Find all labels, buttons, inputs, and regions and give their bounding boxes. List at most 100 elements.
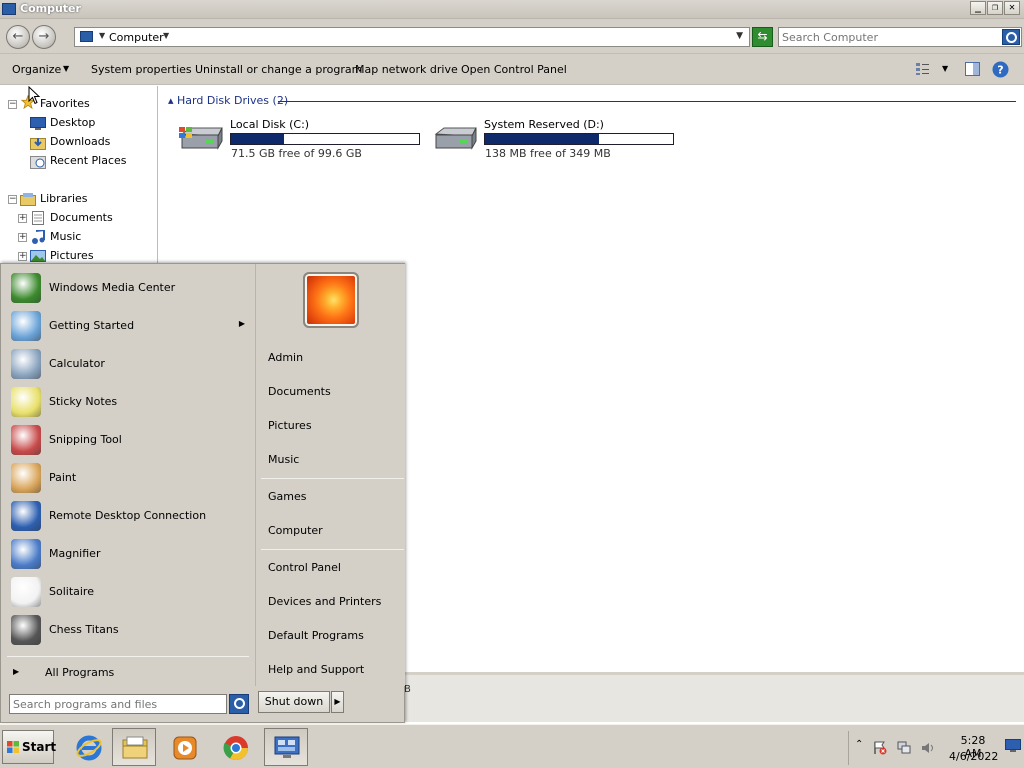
start-program-label: Paint <box>49 471 77 484</box>
expand-icon[interactable]: + <box>18 252 27 261</box>
taskbar-remote-desktop[interactable] <box>264 728 308 766</box>
uninstall-program-button[interactable]: Uninstall or change a program <box>195 63 362 76</box>
restore-button[interactable]: ❐ <box>987 1 1003 15</box>
address-bar[interactable]: ▼ Computer ▼ ▼ <box>74 27 750 47</box>
start-program-item[interactable]: Remote Desktop Connection <box>9 498 249 534</box>
back-button[interactable]: ← <box>6 25 30 49</box>
group-header-label: Hard Disk Drives (2) <box>177 94 289 107</box>
chevron-right-icon[interactable]: ▶ <box>239 319 245 328</box>
drive-c[interactable]: Local Disk (C:) 71.5 GB free of 99.6 GB <box>178 118 440 160</box>
start-program-label: Chess Titans <box>49 623 119 636</box>
start-program-item[interactable]: Snipping Tool <box>9 422 249 458</box>
organize-button[interactable]: Organize <box>12 63 61 76</box>
calculator-icon <box>11 349 41 379</box>
refresh-button[interactable]: ⇆ <box>752 27 773 47</box>
drive-free-space: 138 MB free of 349 MB <box>485 147 611 160</box>
start-link-games[interactable]: Games <box>268 490 306 503</box>
shut-down-options-icon[interactable]: ▶ <box>331 691 344 713</box>
group-divider <box>278 101 1016 102</box>
drive-usage-bar <box>230 133 420 145</box>
start-link-help-support[interactable]: Help and Support <box>268 663 364 676</box>
close-button[interactable]: ✕ <box>1004 1 1020 15</box>
taskbar-internet-explorer[interactable] <box>66 728 110 766</box>
change-view-icon[interactable] <box>915 62 930 76</box>
view-options-icon[interactable]: ▼ <box>942 64 948 73</box>
tree-desktop[interactable]: Desktop <box>50 114 95 132</box>
start-program-item[interactable]: Sticky Notes <box>9 384 249 420</box>
search-box[interactable] <box>778 27 1022 47</box>
remote-desktop-icon <box>11 501 41 531</box>
breadcrumb-arrow-icon[interactable]: ▼ <box>163 31 169 40</box>
start-program-item[interactable]: Getting Started ▶ <box>9 308 249 344</box>
taskbar-windows-explorer[interactable] <box>112 728 156 766</box>
tree-libraries[interactable]: Libraries <box>40 190 88 208</box>
start-program-item[interactable]: Windows Media Center <box>9 270 249 306</box>
start-program-item[interactable]: Chess Titans <box>9 612 249 648</box>
all-programs-item[interactable]: ▶ All Programs <box>9 664 249 682</box>
breadcrumb-computer[interactable]: Computer <box>109 31 164 44</box>
paint-icon <box>11 463 41 493</box>
minimize-button[interactable]: _ <box>970 1 986 15</box>
collapse-icon[interactable]: − <box>8 100 17 109</box>
forward-button[interactable]: → <box>32 25 56 49</box>
tree-downloads[interactable]: Downloads <box>50 133 110 151</box>
start-link-admin[interactable]: Admin <box>268 351 303 364</box>
start-link-documents[interactable]: Documents <box>268 385 331 398</box>
start-menu-separator <box>261 478 404 479</box>
shut-down-button[interactable]: Shut down <box>258 691 330 713</box>
start-link-music[interactable]: Music <box>268 453 299 466</box>
start-search-input[interactable] <box>13 697 223 712</box>
start-link-control-panel[interactable]: Control Panel <box>268 561 341 574</box>
chevron-right-icon: ▶ <box>13 667 20 676</box>
tree-music[interactable]: Music <box>50 228 81 246</box>
start-menu-separator <box>261 549 404 550</box>
start-program-item[interactable]: Magnifier <box>9 536 249 572</box>
command-bar: Organize ▼ System properties Uninstall o… <box>0 54 1024 85</box>
start-program-item[interactable]: Paint <box>9 460 249 496</box>
tree-favorites[interactable]: Favorites <box>40 95 90 113</box>
start-menu-divider <box>7 656 249 657</box>
volume-icon[interactable] <box>921 741 935 755</box>
group-header-hard-disks[interactable]: ▴ Hard Disk Drives (2) <box>168 94 288 107</box>
windows-logo-icon <box>7 741 19 753</box>
show-hidden-icons-icon[interactable]: ⌃ <box>855 739 869 753</box>
open-control-panel-button[interactable]: Open Control Panel <box>461 63 567 76</box>
search-icon[interactable] <box>229 694 249 714</box>
start-button[interactable]: Start <box>2 730 56 764</box>
internet-explorer-icon <box>76 735 102 761</box>
start-link-default-programs[interactable]: Default Programs <box>268 629 364 642</box>
search-input[interactable] <box>782 30 997 45</box>
clock-date[interactable]: 4/6/2022 <box>949 750 998 763</box>
start-link-computer[interactable]: Computer <box>268 524 323 537</box>
sticky-notes-icon <box>11 387 41 417</box>
chevron-down-icon[interactable]: ▼ <box>63 64 69 73</box>
windows-explorer-icon <box>122 736 148 759</box>
breadcrumb-arrow-icon[interactable]: ▼ <box>99 31 105 40</box>
start-link-pictures[interactable]: Pictures <box>268 419 312 432</box>
taskbar-media-player[interactable] <box>162 728 206 766</box>
map-network-drive-button[interactable]: Map network drive <box>355 63 458 76</box>
help-icon[interactable]: ? <box>992 61 1009 78</box>
action-center-flag-icon[interactable] <box>873 741 887 755</box>
search-icon[interactable] <box>1002 29 1020 45</box>
network-icon[interactable] <box>897 741 911 755</box>
start-program-item[interactable]: Calculator <box>9 346 249 382</box>
address-dropdown-icon[interactable]: ▼ <box>736 31 743 41</box>
start-link-devices-printers[interactable]: Devices and Printers <box>268 595 381 608</box>
preview-pane-icon[interactable] <box>965 62 980 76</box>
snipping-tool-icon <box>11 425 41 455</box>
start-program-label: Solitaire <box>49 585 94 598</box>
title-bar: Computer _ ❐ ✕ <box>0 0 1024 19</box>
tree-documents[interactable]: Documents <box>50 209 113 227</box>
start-search-box[interactable] <box>9 694 227 714</box>
expand-icon[interactable]: + <box>18 214 27 223</box>
drive-d[interactable]: System Reserved (D:) 138 MB free of 349 … <box>432 118 694 160</box>
expand-icon[interactable]: + <box>18 233 27 242</box>
start-program-item[interactable]: Solitaire <box>9 574 249 610</box>
taskbar-chrome[interactable] <box>213 728 257 766</box>
user-picture-flower-icon[interactable] <box>303 272 359 328</box>
tree-recent-places[interactable]: Recent Places <box>50 152 127 170</box>
system-properties-button[interactable]: System properties <box>91 63 192 76</box>
show-desktop-icon[interactable] <box>1005 739 1021 753</box>
collapse-icon[interactable]: − <box>8 195 17 204</box>
